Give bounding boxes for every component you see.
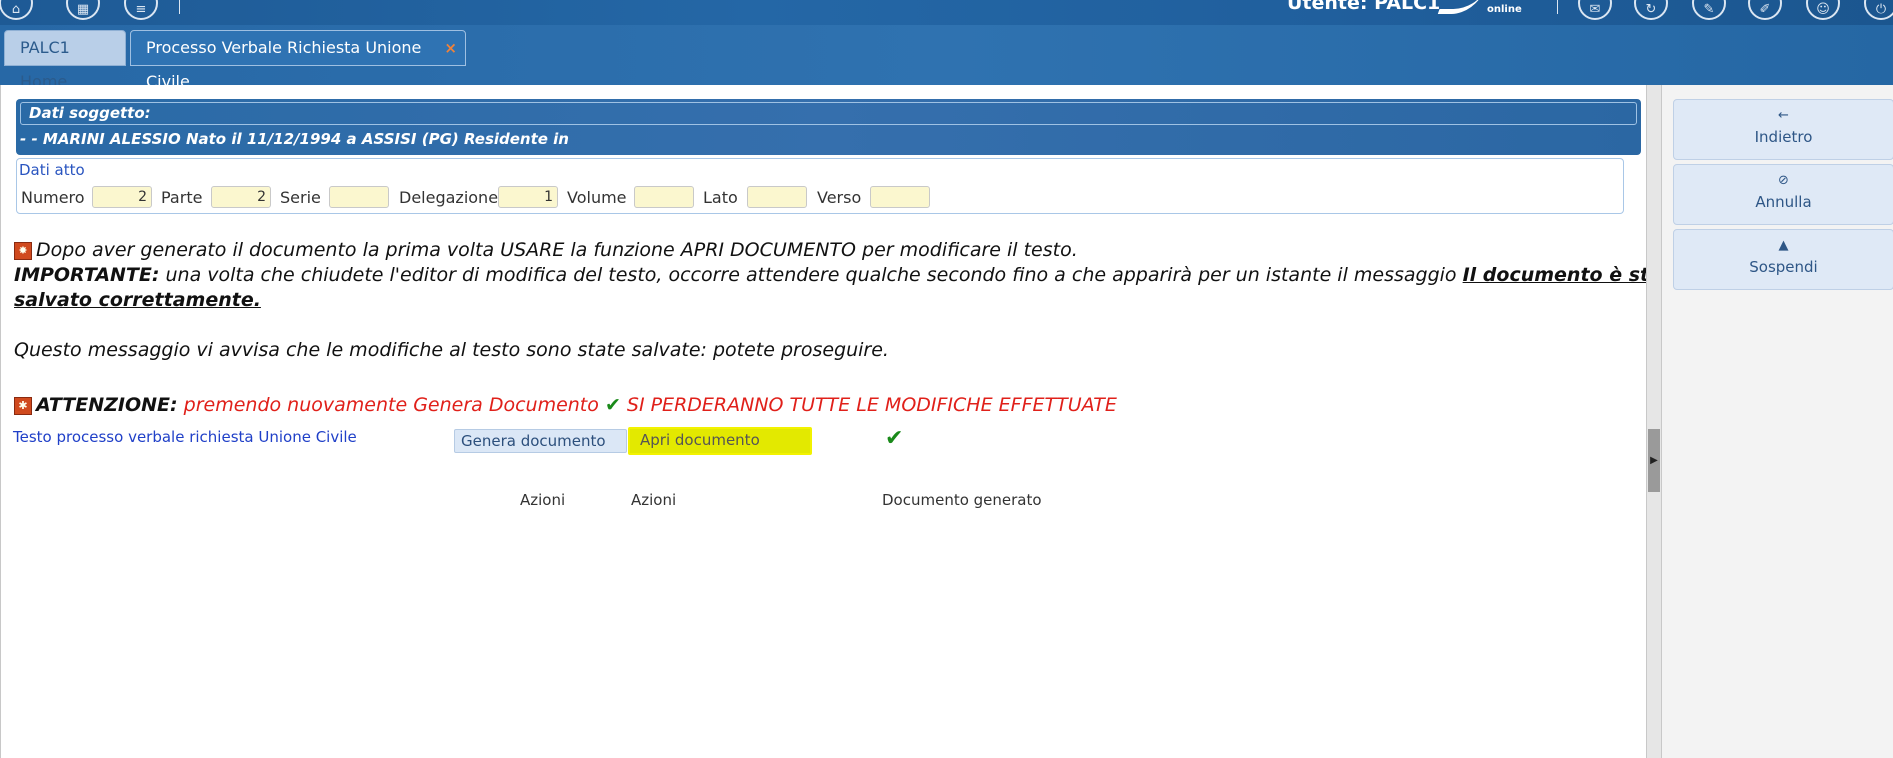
header-divider (179, 0, 180, 14)
instruction-text: Dopo aver generato il documento la prima… (36, 239, 1078, 261)
tab-label: Processo Verbale Richiesta Unione Civile (146, 38, 422, 91)
tab-home[interactable]: PALC1 Home (4, 30, 126, 91)
user-label: Utente: PALC1 (1287, 0, 1441, 14)
delegazione-label: Delegazione (399, 188, 499, 207)
azioni-header-2: Azioni (631, 491, 677, 509)
parte-field[interactable]: 2 (211, 186, 271, 208)
verso-label: Verso (817, 188, 862, 207)
menu-icon[interactable]: ≡ (124, 0, 158, 20)
serie-field[interactable] (329, 186, 389, 208)
sospendi-button[interactable]: ▲ Sospendi (1673, 229, 1893, 290)
indietro-label: Indietro (1754, 128, 1813, 146)
main-content: Dati soggetto: - - MARINI ALESSIO Nato i… (0, 85, 1779, 758)
important-saved-text-cont: salvato correttamente. (14, 289, 261, 311)
check-icon: ✔ (604, 394, 621, 416)
panel-splitter[interactable]: ▶ (1646, 85, 1661, 758)
edit-icon[interactable]: ✎ (1692, 0, 1726, 20)
dati-atto-legend: Dati atto (19, 161, 85, 179)
info-icon: ✸ (14, 242, 32, 260)
arrow-left-icon: ← (1778, 108, 1789, 123)
cancel-icon: ⊘ (1778, 173, 1789, 188)
power-icon[interactable]: ⏻ (1864, 0, 1893, 20)
tab-bar: PALC1 Home Processo Verbale Richiesta Un… (0, 25, 1893, 91)
lato-field[interactable] (747, 186, 807, 208)
warning-icon: ✱ (14, 397, 32, 415)
important-text: una volta che chiudete l'editor di modif… (159, 264, 1463, 286)
important-message-cont: salvato correttamente. (14, 289, 261, 311)
volume-field[interactable] (634, 186, 694, 208)
actions-panel: ← Indietro ⊘ Annulla ▲ Sospendi (1661, 85, 1893, 758)
tab-processo-verbale[interactable]: Processo Verbale Richiesta Unione Civile… (130, 30, 466, 91)
brand-logo (1437, 0, 1485, 14)
lato-label: Lato (703, 188, 738, 207)
verso-field[interactable] (870, 186, 930, 208)
collapse-arrow-icon[interactable]: ▶ (1648, 429, 1660, 492)
azioni-header-1: Azioni (520, 491, 566, 509)
info-message: Questo messaggio vi avvisa che le modifi… (14, 339, 889, 361)
delegazione-field[interactable]: 1 (498, 186, 558, 208)
attention-warning-text: SI PERDERANNO TUTTE LE MODIFICHE EFFETTU… (620, 394, 1117, 416)
warning-icon: ▲ (1778, 238, 1789, 253)
sospendi-label: Sospendi (1749, 258, 1818, 276)
attention-label: ATTENZIONE: (36, 394, 178, 416)
pen-icon[interactable]: ✐ (1748, 0, 1782, 20)
testo-verbale-link[interactable]: Testo processo verbale richiesta Unione … (13, 428, 357, 446)
mail-icon[interactable]: ✉ (1578, 0, 1612, 20)
home-icon[interactable]: ⌂ (0, 0, 33, 20)
header-divider (1557, 0, 1558, 14)
close-icon[interactable]: × (444, 31, 457, 65)
indietro-button[interactable]: ← Indietro (1673, 99, 1893, 160)
documento-generato-header: Documento generato (882, 491, 1042, 509)
grid-icon[interactable]: ▦ (66, 0, 100, 20)
annulla-label: Annulla (1755, 193, 1812, 211)
important-label: IMPORTANTE: (14, 264, 160, 286)
annulla-button[interactable]: ⊘ Annulla (1673, 164, 1893, 225)
instruction-message: ✸ Dopo aver generato il documento la prim… (14, 239, 1078, 261)
numero-label: Numero (21, 188, 85, 207)
volume-label: Volume (567, 188, 627, 207)
serie-label: Serie (280, 188, 321, 207)
attention-text: premendo nuovamente Genera Documento (177, 394, 605, 416)
user-icon[interactable]: ☺ (1806, 0, 1840, 20)
soggetto-details: - - MARINI ALESSIO Nato il 11/12/1994 a … (20, 130, 569, 148)
apri-documento-button[interactable]: Apri documento (628, 427, 812, 455)
generated-check-icon: ✔ (885, 426, 904, 451)
soggetto-title: Dati soggetto: (20, 102, 1637, 125)
important-message: IMPORTANTE: una volta che chiudete l'edi… (14, 264, 1779, 286)
genera-documento-button[interactable]: Genera documento (454, 429, 627, 453)
soggetto-panel: Dati soggetto: - - MARINI ALESSIO Nato i… (16, 99, 1641, 155)
parte-label: Parte (161, 188, 203, 207)
attention-message: ✱ ATTENZIONE: premendo nuovamente Genera … (14, 394, 1117, 416)
brand-sub-label: online (1487, 4, 1522, 15)
refresh-icon[interactable]: ↻ (1634, 0, 1668, 20)
dati-atto-fieldset: Dati atto Numero 2 Parte 2 Serie Delegaz… (16, 158, 1624, 214)
numero-field[interactable]: 2 (92, 186, 152, 208)
top-header: ⌂ ▦ ≡ Utente: PALC1 online ✉ ↻ ✎ ✐ ☺ ⏻ (0, 0, 1893, 25)
